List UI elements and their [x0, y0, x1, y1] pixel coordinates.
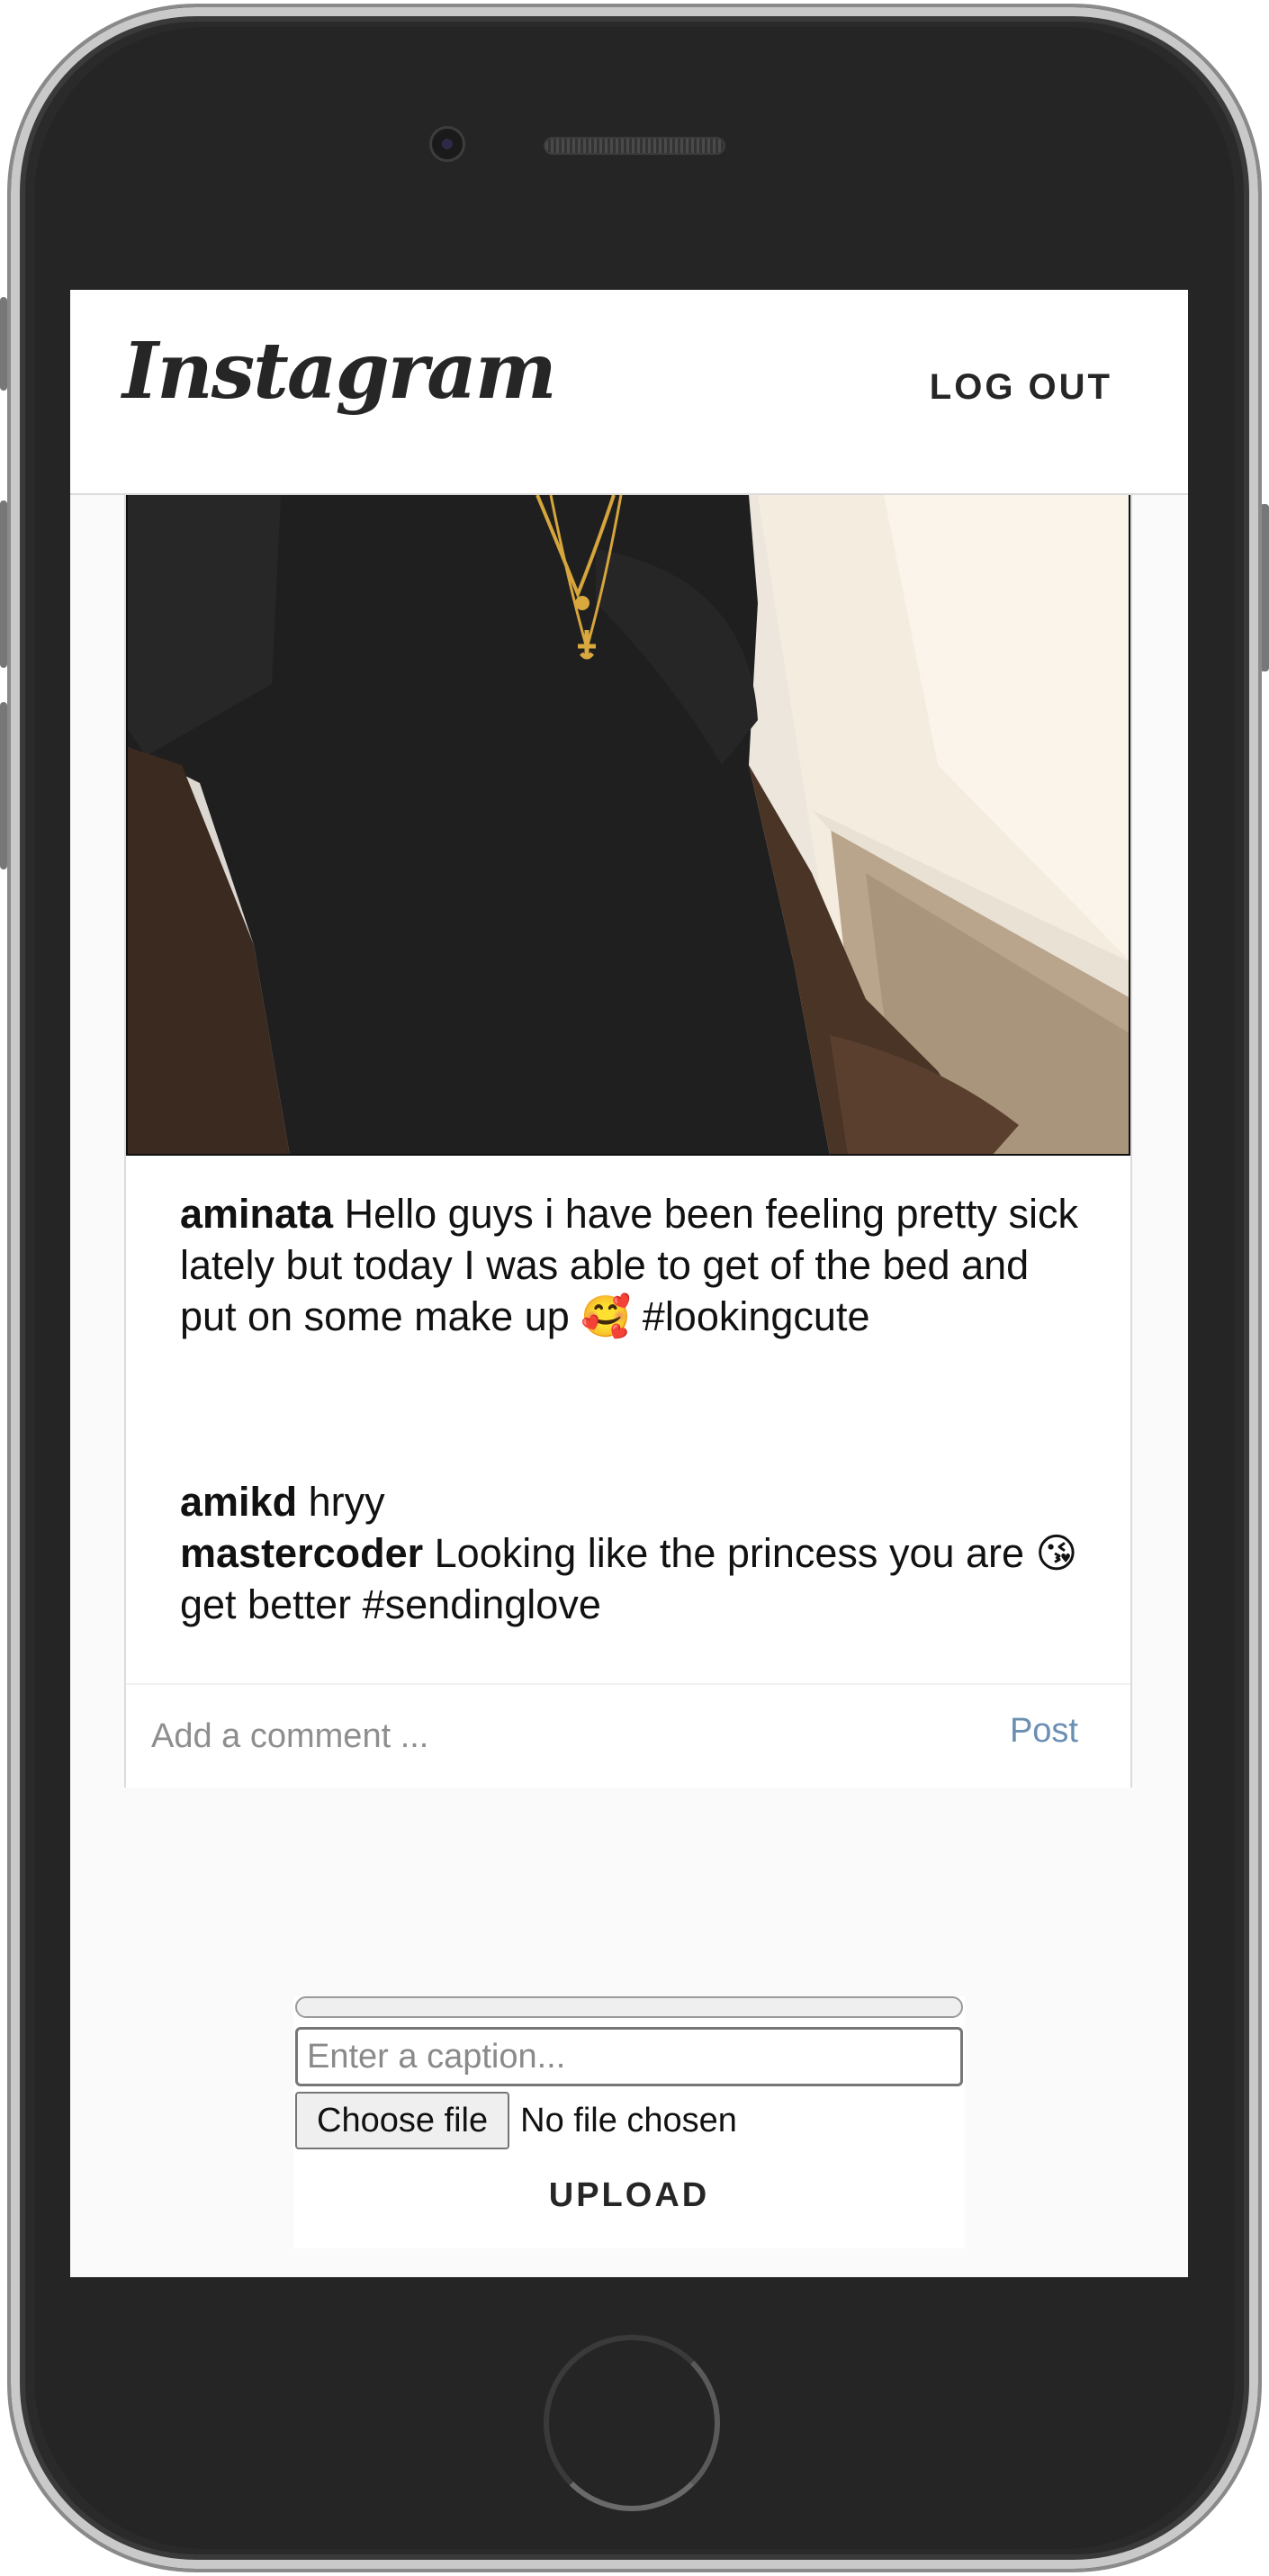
choose-file-button[interactable]: Choose file — [295, 2092, 510, 2149]
app-screen: Instagram LOG OUT aminata Hello guys i h… — [70, 290, 1188, 2277]
upload-button[interactable]: UPLOAD — [293, 2173, 965, 2218]
phone-frame: Instagram LOG OUT aminata Hello guys i h… — [0, 0, 1269, 2576]
file-status-text: No file chosen — [520, 2101, 737, 2139]
comment-text: hryy — [308, 1479, 385, 1525]
post-photo — [128, 495, 1129, 1154]
volume-up-button — [0, 500, 7, 668]
comment-username[interactable]: mastercoder — [180, 1530, 423, 1576]
upload-progress-bar — [295, 1996, 963, 2018]
comment-username[interactable]: amikd — [180, 1479, 297, 1525]
comment-form: Post — [126, 1683, 1130, 1788]
earpiece-speaker — [544, 137, 725, 155]
comment-item: mastercoder Looking like the princess yo… — [180, 1527, 1080, 1630]
post-caption: aminata Hello guys i have been feeling p… — [180, 1188, 1080, 1342]
comments-list: amikd hryy mastercoder Looking like the … — [180, 1476, 1080, 1630]
caption-input[interactable] — [295, 2027, 963, 2086]
comment-input[interactable] — [151, 1708, 961, 1764]
logout-button[interactable]: LOG OUT — [930, 367, 1112, 408]
comment-item: amikd hryy — [180, 1476, 1080, 1527]
caption-username[interactable]: aminata — [180, 1191, 333, 1237]
image-upload-form: Choose file No file chosen UPLOAD — [293, 1996, 965, 2248]
home-button[interactable] — [544, 2335, 720, 2511]
post-image — [126, 495, 1130, 1156]
instagram-logo[interactable]: Instagram — [122, 326, 557, 417]
front-camera-icon — [429, 126, 465, 162]
volume-down-button — [0, 702, 7, 869]
mute-switch — [0, 297, 7, 391]
file-picker: Choose file No file chosen — [295, 2092, 737, 2149]
app-header: Instagram LOG OUT — [70, 290, 1188, 495]
post-card: aminata Hello guys i have been feeling p… — [124, 495, 1132, 1788]
post-comment-button[interactable]: Post — [1010, 1712, 1078, 1751]
